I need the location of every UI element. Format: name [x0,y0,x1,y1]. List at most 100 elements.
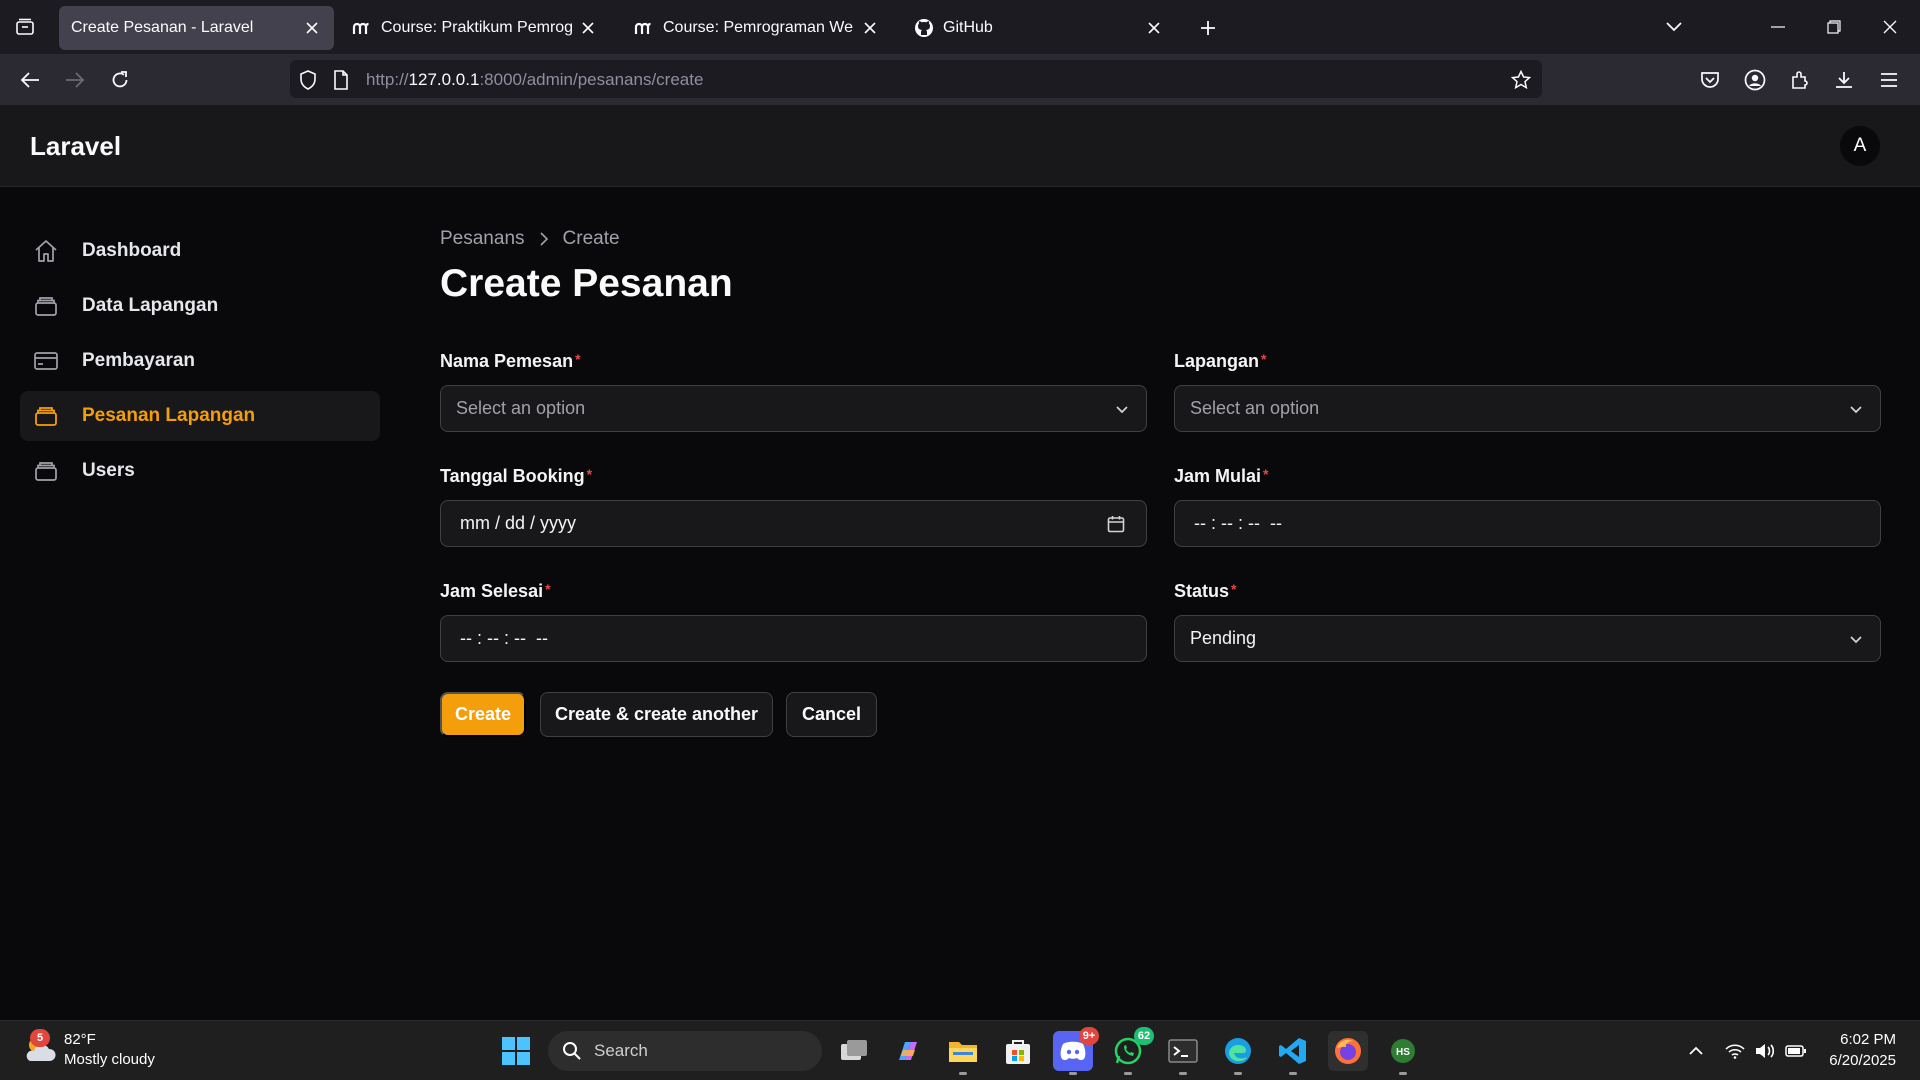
close-icon[interactable] [1144,18,1164,38]
reload-icon[interactable] [103,63,137,97]
jam-selesai-time-input[interactable]: -- : -- : -- -- [440,615,1147,662]
chevron-right-icon [539,232,549,246]
terminal-icon[interactable] [1163,1031,1203,1075]
create-and-create-another-button[interactable]: Create & create another [540,692,773,737]
discord-icon[interactable]: 9+ [1053,1027,1099,1075]
close-icon[interactable] [578,18,598,38]
tanggal-booking-date-input[interactable]: mm / dd / yyyy [440,500,1147,547]
browser-tab-bar: Create Pesanan - Laravel Course: Praktik… [0,0,1920,54]
windows-taskbar: 5 82°F Mostly cloudy Search 9+ 62 HS 6:0… [0,1020,1920,1080]
required-asterisk: * [575,351,581,367]
home-icon [32,237,60,265]
extensions-icon[interactable] [1783,63,1817,97]
wifi-icon[interactable] [1724,1040,1746,1062]
create-button[interactable]: Create [440,692,526,737]
new-tab-button[interactable] [1192,12,1224,44]
sidebar-item-data-lapangan[interactable]: Data Lapangan [20,281,380,331]
nama-pemesan-select[interactable]: Select an option [440,385,1147,432]
url-path: :8000/admin/pesanans/create [479,70,704,89]
url-host: 127.0.0.1 [408,70,480,89]
user-avatar[interactable]: A [1840,126,1880,166]
page-title: Create Pesanan [440,262,733,305]
label-text: Status [1174,581,1230,601]
forward-arrow-icon[interactable] [58,63,92,97]
stack-icon [32,402,60,430]
account-icon[interactable] [1738,63,1772,97]
status-select[interactable]: Pending [1174,615,1881,662]
select-placeholder: Select an option [456,398,586,418]
sidebar-item-label: Data Lapangan [82,295,219,316]
tanggal-booking-label: Tanggal Booking * [440,466,592,487]
minimize-button[interactable] [1758,10,1798,44]
menu-hamburger-icon[interactable] [1872,63,1906,97]
tab-title: Course: Pemrograman Web Framework [663,19,854,36]
required-asterisk: * [545,581,551,597]
back-arrow-icon[interactable] [13,63,47,97]
brand-logo[interactable]: Laravel [30,131,121,162]
tab-overflow-chevron-icon[interactable] [1654,10,1694,44]
breadcrumb-current: Create [562,228,620,249]
time-placeholder: -- : -- : -- -- [460,628,548,648]
clock-time[interactable]: 6:02 PM [1840,1031,1896,1048]
whatsapp-icon[interactable]: 62 [1108,1027,1154,1075]
file-explorer-icon[interactable] [943,1031,983,1075]
sidebar-item-label: Users [82,460,135,481]
downloads-icon[interactable] [1827,63,1861,97]
label-text: Jam Mulai [1174,466,1262,486]
sidebar-item-users[interactable]: Users [20,446,380,496]
tab-title: Create Pesanan - Laravel [71,19,254,36]
sidebar-item-label: Dashboard [82,240,182,261]
restore-button[interactable] [1814,10,1854,44]
date-placeholder: mm / dd / yyyy [460,513,577,533]
address-bar[interactable]: http://127.0.0.1:8000/admin/pesanans/cre… [290,60,1542,98]
required-asterisk: * [1261,351,1267,367]
jam-selesai-label: Jam Selesai * [440,581,551,602]
tab-github[interactable]: GitHub [902,6,1176,50]
breadcrumb-link-pesanans[interactable]: Pesanans [440,228,525,250]
stack-icon [32,292,60,320]
url-text[interactable]: http://127.0.0.1:8000/admin/pesanans/cre… [366,70,703,90]
sidebar-item-pembayaran[interactable]: Pembayaran [20,336,380,386]
firefox-icon[interactable] [1328,1031,1368,1071]
shield-icon[interactable] [297,69,319,91]
show-hidden-icons-chevron-up-icon[interactable] [1685,1040,1707,1062]
close-icon[interactable] [860,18,880,38]
sidebar-item-dashboard[interactable]: Dashboard [20,226,380,276]
jam-mulai-time-input[interactable]: -- : -- : -- -- [1174,500,1881,547]
cancel-button[interactable]: Cancel [786,692,877,737]
copilot-icon[interactable] [888,1031,928,1071]
windows-start-icon[interactable] [496,1031,536,1071]
tab-create-pesanan[interactable]: Create Pesanan - Laravel [59,6,334,50]
clock-date[interactable]: 6/20/2025 [1829,1052,1896,1069]
microsoft-store-icon[interactable] [998,1031,1038,1071]
breadcrumb: Pesanans Create [440,228,620,250]
close-icon[interactable] [302,18,322,38]
volume-icon[interactable] [1754,1040,1776,1062]
weather-cloud-sun-icon[interactable]: 5 [22,1029,58,1067]
tab-course-pemrograman-web[interactable]: Course: Pemrograman Web Framework [622,6,892,50]
sidebar-item-pesanan-lapangan[interactable]: Pesanan Lapangan [20,391,380,441]
weather-temp: 82°F [64,1031,96,1048]
weather-badge: 5 [30,1029,50,1047]
close-window-button[interactable] [1870,10,1910,44]
label-text: Jam Selesai [440,581,544,601]
tab-course-praktikum[interactable]: Course: Praktikum Pemrograman [340,6,610,50]
edge-browser-icon[interactable] [1218,1031,1258,1075]
select-value: Pending [1190,628,1257,648]
hs-app-icon[interactable]: HS [1383,1031,1423,1075]
vscode-icon[interactable] [1273,1031,1313,1075]
pocket-icon[interactable] [1693,63,1727,97]
tab-list-icon[interactable] [10,12,40,42]
battery-icon[interactable] [1785,1040,1807,1062]
search-icon [563,1042,581,1060]
search-label: Search [594,1041,648,1060]
task-view-icon[interactable] [834,1031,874,1071]
required-asterisk: * [586,466,593,482]
page-icon[interactable] [330,69,352,91]
lapangan-select[interactable]: Select an option [1174,385,1881,432]
bookmark-star-icon[interactable] [1510,69,1532,91]
calendar-icon[interactable] [1106,514,1126,534]
chevron-down-icon [1850,406,1862,414]
taskbar-search-box[interactable]: Search [548,1031,822,1071]
sidebar-item-label: Pembayaran [82,350,196,371]
